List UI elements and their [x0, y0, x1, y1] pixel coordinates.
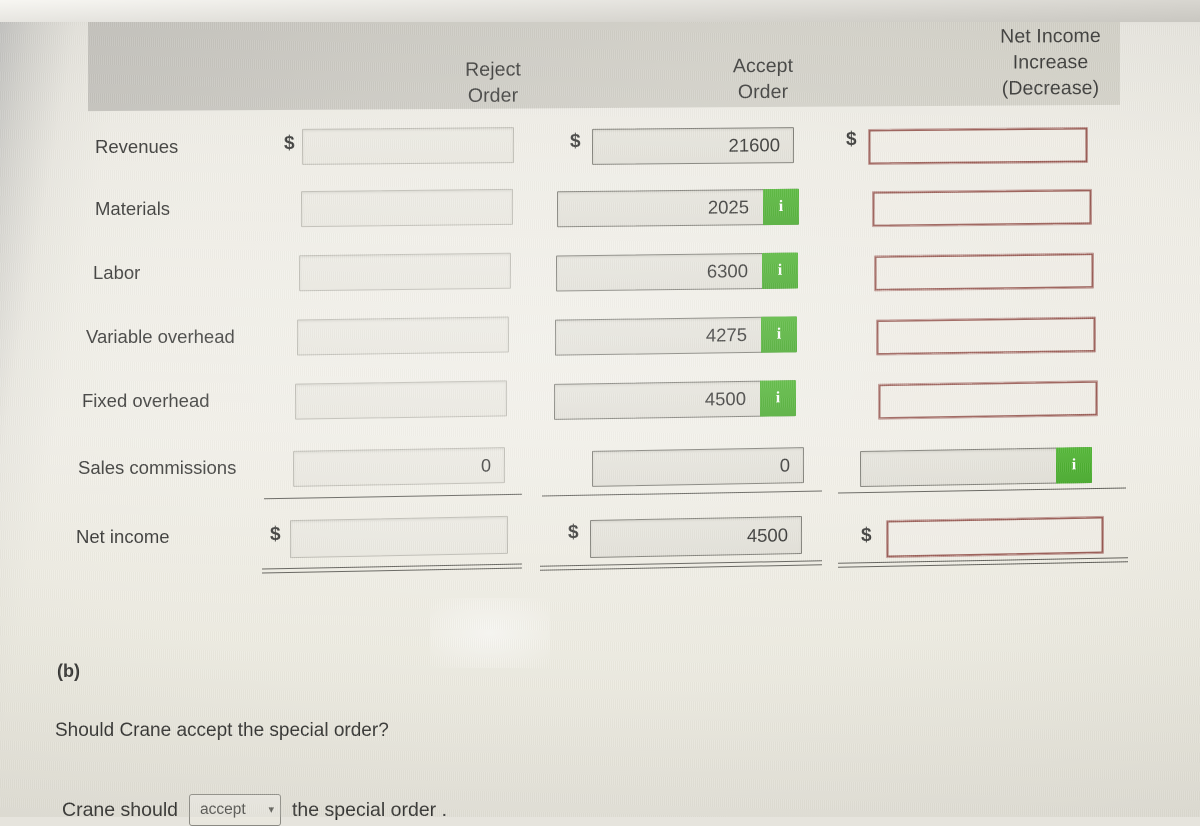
cell-reject-order [290, 516, 508, 558]
input-reject-order[interactable] [302, 127, 514, 165]
currency-symbol: $ [568, 522, 579, 544]
answer-prefix-text: Crane should [62, 799, 178, 822]
cell-net-income [886, 516, 1104, 558]
subtotal-rule [838, 487, 1126, 493]
input-net-income[interactable] [886, 516, 1104, 558]
input-reject-order[interactable] [299, 253, 511, 292]
total-rule [838, 557, 1128, 568]
column-header-reject-line2: Order [388, 82, 598, 109]
input-reject-order[interactable]: 0 [293, 447, 505, 487]
dropdown-selected-value: accept [200, 801, 246, 819]
cell-accept-order: 0 [592, 447, 804, 487]
info-button[interactable]: i [763, 189, 799, 225]
cell-reject-order [299, 253, 511, 292]
table-header-band: Reject Order Accept Order Net Income Inc… [88, 11, 1120, 111]
total-rule [262, 564, 522, 574]
input-net-income[interactable] [874, 253, 1094, 292]
cell-accept-order: 4275i [555, 316, 797, 355]
part-b-answer-row: Crane should accept ▾ the special order … [62, 794, 447, 826]
currency-symbol: $ [570, 131, 581, 153]
input-reject-order[interactable] [290, 516, 508, 558]
row-label: Materials [95, 198, 170, 220]
cell-net-income: i [860, 447, 1092, 487]
info-button[interactable]: i [762, 253, 798, 289]
cell-accept-order: 4500 [590, 516, 802, 558]
cell-net-income [872, 189, 1092, 227]
answer-suffix-text: the special order . [292, 799, 447, 822]
column-header-net-income: Net Income Increase (Decrease) [943, 23, 1158, 102]
row-label: Revenues [95, 136, 178, 158]
cell-net-income [874, 253, 1094, 292]
column-header-reject-order: Reject Order [388, 56, 598, 109]
input-accept-order[interactable]: 4500 [590, 516, 802, 558]
cell-net-income [876, 316, 1096, 355]
currency-symbol: $ [270, 524, 281, 546]
input-reject-order[interactable] [297, 317, 509, 356]
column-header-accept-line2: Order [658, 78, 868, 105]
column-header-accept-order: Accept Order [658, 52, 868, 105]
column-header-net-line1: Net Income [943, 23, 1158, 50]
row-label: Net income [76, 526, 170, 548]
column-header-net-line2: Increase [943, 49, 1158, 76]
cell-net-income [868, 127, 1088, 165]
cell-reject-order [301, 189, 513, 227]
cell-reject-order [295, 380, 507, 419]
cell-reject-order [302, 127, 514, 165]
row-label: Sales commissions [78, 457, 236, 479]
column-header-net-line3: (Decrease) [943, 75, 1158, 102]
cell-reject-order [297, 317, 509, 356]
subtotal-rule [542, 491, 822, 497]
chevron-down-icon: ▾ [268, 805, 274, 816]
subtotal-rule [264, 494, 522, 500]
incremental-analysis-sheet: Reject Order Accept Order Net Income Inc… [0, 0, 1200, 817]
cell-accept-order: 21600 [592, 127, 794, 165]
info-button[interactable]: i [761, 316, 797, 353]
cell-accept-order: 6300i [556, 253, 798, 292]
info-button[interactable]: i [760, 380, 796, 417]
column-header-accept-line1: Accept [658, 52, 868, 79]
input-accept-order[interactable]: 21600 [592, 127, 794, 165]
part-b-label: (b) [57, 661, 80, 682]
part-b-question: Should Crane accept the special order? [55, 720, 389, 742]
input-net-income[interactable] [872, 189, 1092, 227]
input-net-income[interactable] [868, 127, 1088, 165]
input-net-income[interactable] [876, 316, 1096, 355]
input-reject-order[interactable] [301, 189, 513, 227]
row-label: Labor [93, 262, 140, 284]
cell-accept-order: 2025i [557, 189, 799, 228]
total-rule [540, 560, 822, 570]
row-label: Fixed overhead [82, 390, 210, 412]
column-header-reject-line1: Reject [388, 56, 598, 83]
accept-reject-dropdown[interactable]: accept ▾ [189, 794, 281, 826]
input-net-income[interactable] [878, 380, 1098, 419]
cell-net-income [878, 380, 1098, 419]
input-reject-order[interactable] [295, 380, 507, 419]
currency-symbol: $ [846, 129, 857, 151]
input-accept-order[interactable]: 0 [592, 447, 804, 487]
cell-reject-order: 0 [293, 447, 505, 487]
currency-symbol: $ [284, 133, 295, 155]
cell-accept-order: 4500i [554, 380, 796, 420]
currency-symbol: $ [861, 525, 872, 547]
info-button[interactable]: i [1056, 447, 1092, 484]
row-label: Variable overhead [86, 326, 235, 348]
